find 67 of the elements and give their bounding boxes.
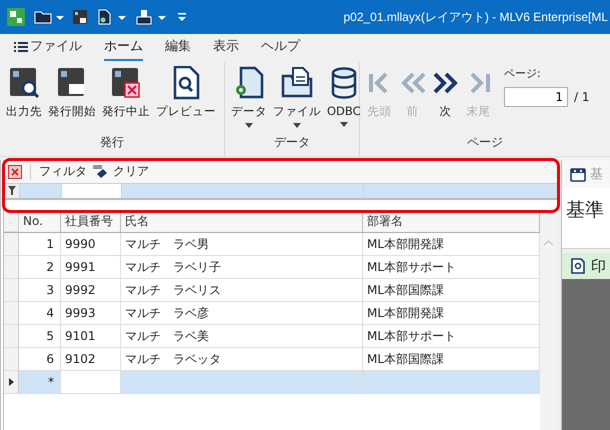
- table-cell: マルチ ラベ彦: [121, 302, 363, 325]
- caret-icon: [245, 123, 253, 128]
- group-label: ページ: [466, 134, 504, 151]
- table-cell: マルチ ラベ男: [121, 233, 363, 256]
- table-cell: [61, 371, 121, 394]
- preview-icon: [571, 258, 585, 274]
- menu-tab[interactable]: ホーム: [104, 35, 143, 61]
- search-monitor-icon: [8, 66, 40, 100]
- table-cell: 5: [19, 325, 61, 348]
- column-header[interactable]: 社員番号: [61, 210, 121, 232]
- menu-tab[interactable]: 表示: [213, 35, 239, 61]
- table-cell: 9990: [61, 233, 121, 256]
- printer-icon[interactable]: [136, 9, 168, 25]
- table-cell: 4: [19, 302, 61, 325]
- ribbon-button[interactable]: ファイル: [271, 66, 323, 134]
- window-title: p02_01.mllayx(レイアウト) - MLV6 Enterprise[ML: [343, 8, 609, 26]
- document-gear-icon[interactable]: [96, 9, 128, 25]
- close-icon[interactable]: [8, 164, 22, 178]
- current-row-icon: [8, 378, 14, 386]
- new-row-marker: *: [19, 371, 61, 394]
- caret-icon: [340, 122, 348, 127]
- clear-button[interactable]: クリア: [113, 163, 149, 180]
- ribbon-button[interactable]: データ: [229, 66, 269, 134]
- caret-icon: [293, 123, 301, 128]
- page-input[interactable]: 1: [504, 87, 568, 107]
- folder-document-icon: [281, 66, 313, 100]
- table-cell: 2: [19, 256, 61, 279]
- ribbon-button[interactable]: 次: [430, 66, 461, 134]
- menu-tab[interactable]: ファイル: [14, 35, 82, 61]
- list-icon: [14, 41, 28, 53]
- eraser-icon[interactable]: [92, 164, 108, 178]
- folder-icon[interactable]: [34, 9, 64, 25]
- table-cell: 3: [19, 279, 61, 302]
- page-label: ページ:: [504, 66, 542, 81]
- table-cell: 9991: [61, 256, 121, 279]
- monitor-cross-icon: [110, 66, 142, 100]
- calendar-icon: [570, 166, 586, 182]
- filter-input[interactable]: [61, 184, 121, 198]
- scroll-up-icon[interactable]: [544, 240, 553, 246]
- menu-tab[interactable]: ヘルプ: [261, 35, 300, 61]
- panel-heading: 基準: [565, 199, 604, 221]
- menu-tab[interactable]: 編集: [165, 35, 191, 61]
- table-cell: 9992: [61, 279, 121, 302]
- scrollbar[interactable]: [540, 210, 557, 430]
- table-cell: 1: [19, 233, 61, 256]
- table-cell: 9993: [61, 302, 121, 325]
- ribbon-button[interactable]: 発行中止: [100, 66, 152, 134]
- page-total: / 1: [574, 90, 590, 104]
- column-header[interactable]: 氏名: [121, 210, 363, 232]
- column-header[interactable]: No.: [19, 210, 61, 232]
- table-cell: マルチ ラベリス: [121, 279, 363, 302]
- table-cell: 9101: [61, 325, 121, 348]
- ribbon-button[interactable]: 発行開始: [46, 66, 98, 134]
- preview-header: 印: [562, 253, 610, 279]
- table-cell: マルチ ラベ美: [121, 325, 363, 348]
- filter-icon: [8, 186, 16, 196]
- group-label: 発行: [99, 134, 125, 151]
- group-label: データ: [273, 134, 311, 151]
- ribbon-button[interactable]: ODBC: [325, 66, 363, 134]
- document-gear-icon: [233, 66, 265, 100]
- layout-icon[interactable]: [72, 9, 88, 25]
- ribbon-button[interactable]: プレビュー: [154, 66, 218, 134]
- ribbon-button[interactable]: 出力先: [4, 66, 44, 134]
- app-logo-icon: [6, 7, 26, 27]
- row-header[interactable]: [4, 371, 19, 394]
- filter-button[interactable]: フィルタ: [39, 163, 87, 180]
- table-cell: マルチ ラベリ子: [121, 256, 363, 279]
